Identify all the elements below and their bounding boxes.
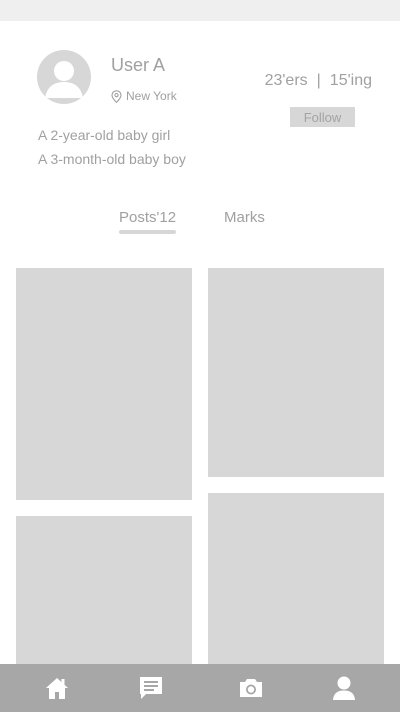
avatar[interactable] — [37, 50, 91, 104]
post-thumbnail[interactable] — [16, 516, 192, 664]
followers-count[interactable]: 23'ers — [265, 72, 308, 90]
nav-home[interactable] — [27, 664, 87, 712]
messages-icon — [140, 677, 162, 699]
location-pin-icon — [111, 89, 122, 103]
tab-posts[interactable]: Posts'12 — [119, 209, 176, 226]
tab-marks[interactable]: Marks — [224, 209, 265, 226]
nav-camera[interactable] — [221, 664, 281, 712]
bio-line: A 2-year-old baby girl — [38, 127, 171, 143]
post-thumbnail[interactable] — [208, 268, 384, 477]
follow-button[interactable]: Follow — [290, 107, 355, 127]
bio-line: A 3-month-old baby boy — [38, 151, 186, 167]
stats-separator: | — [316, 72, 321, 89]
user-icon — [45, 61, 83, 98]
active-tab-indicator — [119, 230, 176, 234]
location: New York — [111, 88, 177, 104]
following-count[interactable]: 15'ing — [330, 72, 372, 90]
bottom-nav — [0, 664, 400, 712]
nav-profile[interactable] — [314, 664, 374, 712]
username: User A — [111, 55, 166, 75]
post-thumbnail[interactable] — [16, 268, 192, 500]
nav-messages[interactable] — [121, 664, 181, 712]
home-icon — [46, 678, 68, 699]
status-bar — [0, 0, 400, 21]
camera-icon — [240, 679, 262, 697]
profile-icon — [333, 676, 355, 700]
post-thumbnail[interactable] — [208, 493, 384, 664]
follow-stats: 23'ers | 15'ing — [265, 72, 372, 90]
location-text: New York — [126, 89, 177, 103]
